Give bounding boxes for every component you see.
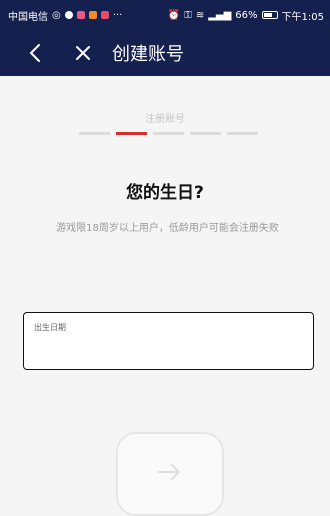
status-left: 中国电信 ◎ ··· bbox=[8, 8, 122, 23]
page-title: 创建账号 bbox=[112, 44, 184, 65]
close-icon[interactable] bbox=[70, 40, 96, 66]
chat-icon bbox=[64, 11, 73, 19]
signal-icon: ▂▄▆ bbox=[208, 9, 232, 21]
title-bar: 创建账号 bbox=[0, 30, 330, 76]
wifi-icon: ≋ bbox=[195, 9, 205, 21]
step-segment-5 bbox=[227, 132, 258, 135]
alarm-icon: ⏰ bbox=[167, 9, 181, 21]
birthday-field[interactable]: 出生日期 bbox=[23, 312, 314, 370]
chevron-left-icon[interactable] bbox=[22, 40, 48, 66]
step-segment-2 bbox=[116, 132, 147, 135]
content: 注册账号 您的生日? 游戏限18周岁以上用户，低龄用户可能会注册失败 出生日期 bbox=[0, 76, 330, 516]
key-icon: ⚿ bbox=[184, 9, 192, 21]
birthday-input[interactable] bbox=[34, 337, 303, 361]
carrier-label: 中国电信 bbox=[8, 11, 48, 23]
status-right: ⏰ ⚿ ≋ ▂▄▆ 66% 下午1:05 bbox=[168, 8, 324, 23]
notification-icon: ◎ bbox=[52, 9, 61, 21]
step-progress bbox=[79, 132, 258, 135]
app-icon-red bbox=[100, 11, 109, 19]
age-notice: 游戏限18周岁以上用户，低龄用户可能会注册失败 bbox=[56, 223, 279, 234]
birthday-field-label: 出生日期 bbox=[34, 323, 66, 332]
battery-percent: 66% bbox=[235, 9, 258, 21]
battery-icon bbox=[261, 11, 278, 19]
app-icon-pink bbox=[76, 11, 85, 19]
status-bar: 中国电信 ◎ ··· ⏰ ⚿ ≋ ▂▄▆ 66% 下午1:05 bbox=[0, 0, 330, 30]
step-segment-3 bbox=[153, 132, 184, 135]
app-icon-orange bbox=[88, 11, 97, 19]
step-label: 注册账号 bbox=[145, 114, 185, 125]
birthday-question: 您的生日? bbox=[126, 183, 204, 203]
arrow-right-icon bbox=[157, 463, 183, 485]
step-segment-1 bbox=[79, 132, 110, 135]
more-icon: ··· bbox=[112, 9, 123, 21]
clock: 下午1:05 bbox=[281, 11, 324, 23]
step-segment-4 bbox=[190, 132, 221, 135]
next-button[interactable] bbox=[116, 432, 224, 516]
